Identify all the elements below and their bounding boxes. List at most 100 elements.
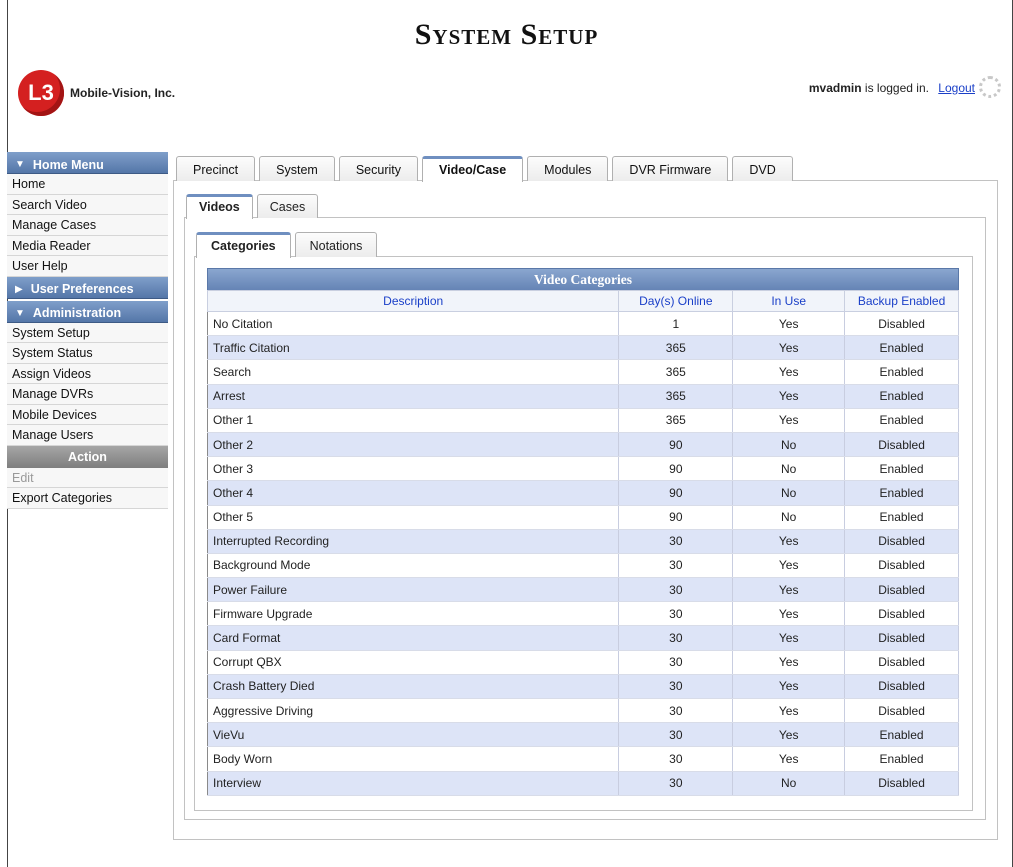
cell-description: Interview [207, 771, 620, 796]
cell-days-online: 365 [618, 359, 734, 385]
cell-in-use: No [732, 505, 846, 530]
cell-backup-enabled: Enabled [844, 335, 959, 361]
cell-backup-enabled: Enabled [844, 722, 959, 748]
table-row[interactable]: Background Mode 30 Yes Disabled [207, 553, 959, 579]
loading-spinner-icon [979, 76, 1001, 98]
tab-dvr-firmware[interactable]: DVR Firmware [612, 156, 729, 181]
tab-precinct[interactable]: Precinct [176, 156, 256, 181]
cell-description: Background Mode [207, 553, 620, 579]
tab-notations[interactable]: Notations [294, 232, 378, 257]
table-caption: Video Categories [207, 268, 959, 290]
cell-description: Other 2 [207, 432, 620, 458]
logged-in-text: is logged in. [864, 81, 929, 95]
sidebar-item-assign-videos[interactable]: Assign Videos [7, 363, 168, 384]
table-row[interactable]: Body Worn 30 Yes Enabled [207, 746, 959, 772]
table-row[interactable]: Card Format 30 Yes Disabled [207, 625, 959, 651]
table-row[interactable]: Power Failure 30 Yes Disabled [207, 577, 959, 603]
tab-system[interactable]: System [259, 156, 335, 181]
triangle-down-icon: ▼ [15, 159, 25, 170]
sidebar-item-search-video[interactable]: Search Video [7, 194, 168, 215]
table-row[interactable]: Arrest 365 Yes Enabled [207, 384, 959, 409]
video-categories-table: Video Categories Description Day(s) Onli… [206, 268, 959, 796]
column-header-in-use[interactable]: In Use [732, 290, 846, 312]
sidebar-item-manage-dvrs[interactable]: Manage DVRs [7, 384, 168, 405]
table-row[interactable]: Other 4 90 No Enabled [207, 480, 959, 506]
user-preferences-header[interactable]: ▶ User Preferences [7, 276, 168, 299]
cell-in-use: Yes [732, 698, 846, 724]
table-row[interactable]: Interview 30 No Disabled [207, 771, 959, 796]
logout-link[interactable]: Logout [938, 81, 975, 95]
cell-in-use: Yes [732, 553, 846, 579]
cell-days-online: 30 [618, 674, 734, 700]
cell-in-use: Yes [732, 408, 846, 433]
cell-backup-enabled: Disabled [844, 577, 959, 603]
sidebar-item-mobile-devices[interactable]: Mobile Devices [7, 404, 168, 425]
cell-days-online: 90 [618, 505, 734, 530]
table-row[interactable]: Other 2 90 No Disabled [207, 432, 959, 458]
cell-description: Arrest [207, 384, 620, 409]
tab-video-case[interactable]: Video/Case [422, 156, 524, 182]
l3-logo-icon: L3 [18, 70, 64, 116]
home-menu-label: Home Menu [32, 157, 104, 172]
cell-in-use: Yes [732, 601, 846, 627]
sidebar-item-manage-users[interactable]: Manage Users [7, 425, 168, 446]
inner-tabs: Categories Notations [196, 232, 381, 258]
table-row[interactable]: Other 1 365 Yes Enabled [207, 408, 959, 433]
tab-videos[interactable]: Videos [186, 194, 253, 219]
cell-description: Other 3 [207, 456, 620, 482]
table-row[interactable]: Firmware Upgrade 30 Yes Disabled [207, 601, 959, 627]
home-menu-header[interactable]: ▼ Home Menu [7, 152, 168, 174]
column-header-backup-enabled[interactable]: Backup Enabled [844, 290, 959, 312]
table-row[interactable]: Interrupted Recording 30 Yes Disabled [207, 529, 959, 554]
cell-in-use: Yes [732, 577, 846, 603]
table-row[interactable]: Crash Battery Died 30 Yes Disabled [207, 674, 959, 700]
tab-security[interactable]: Security [338, 156, 418, 181]
cell-backup-enabled: Disabled [844, 529, 959, 554]
tab-dvd[interactable]: DVD [732, 156, 793, 181]
username: mvadmin [808, 81, 862, 95]
cell-days-online: 365 [618, 335, 734, 361]
sidebar-item-manage-cases[interactable]: Manage Cases [7, 215, 168, 236]
table-row[interactable]: No Citation 1 Yes Disabled [207, 311, 959, 337]
column-header-days-online[interactable]: Day(s) Online [618, 290, 734, 312]
cell-days-online: 1 [618, 311, 734, 337]
sidebar-item-media-reader[interactable]: Media Reader [7, 235, 168, 256]
triangle-right-icon: ▶ [15, 283, 23, 295]
table-body: No Citation 1 Yes Disabled Traffic Citation 3… [207, 311, 959, 796]
table-row[interactable]: Aggressive Driving 30 Yes Disabled [207, 698, 959, 724]
cell-backup-enabled: Enabled [844, 359, 959, 385]
sidebar-item-user-help[interactable]: User Help [7, 256, 168, 277]
column-header-description[interactable]: Description [206, 290, 620, 312]
triangle-down-icon: ▼ [15, 307, 25, 319]
table-row[interactable]: VieVu 30 Yes Enabled [207, 722, 959, 748]
tab-categories[interactable]: Categories [196, 232, 291, 258]
cell-days-online: 30 [618, 625, 734, 651]
cell-description: Power Failure [207, 577, 620, 603]
cell-backup-enabled: Disabled [844, 601, 959, 627]
administration-header[interactable]: ▼ Administration [7, 300, 168, 323]
cell-days-online: 30 [618, 771, 734, 796]
cell-in-use: Yes [732, 529, 846, 554]
tab-modules[interactable]: Modules [527, 156, 609, 181]
tab-cases[interactable]: Cases [256, 194, 319, 218]
action-export-categories[interactable]: Export Categories [7, 488, 168, 509]
table-row[interactable]: Other 3 90 No Enabled [207, 456, 959, 482]
cell-in-use: Yes [732, 722, 846, 748]
cell-description: Other 1 [207, 408, 620, 433]
company-logo: L3 Mobile-Vision, Inc. [18, 70, 175, 116]
cell-days-online: 90 [618, 480, 734, 506]
cell-description: No Citation [207, 311, 620, 337]
sidebar-item-home[interactable]: Home [7, 174, 168, 195]
sidebar-item-system-setup[interactable]: System Setup [7, 322, 168, 343]
action-header: Action [7, 445, 168, 468]
administration-label: Administration [32, 306, 122, 320]
cell-description: Card Format [207, 625, 620, 651]
table-row[interactable]: Search 365 Yes Enabled [207, 359, 959, 385]
table-row[interactable]: Other 5 90 No Enabled [207, 505, 959, 530]
cell-backup-enabled: Disabled [844, 698, 959, 724]
login-status: mvadmin is logged in. Logout [809, 81, 975, 95]
cell-backup-enabled: Enabled [844, 746, 959, 772]
sidebar-item-system-status[interactable]: System Status [7, 343, 168, 364]
table-row[interactable]: Corrupt QBX 30 Yes Disabled [207, 650, 959, 675]
table-row[interactable]: Traffic Citation 365 Yes Enabled [207, 335, 959, 361]
